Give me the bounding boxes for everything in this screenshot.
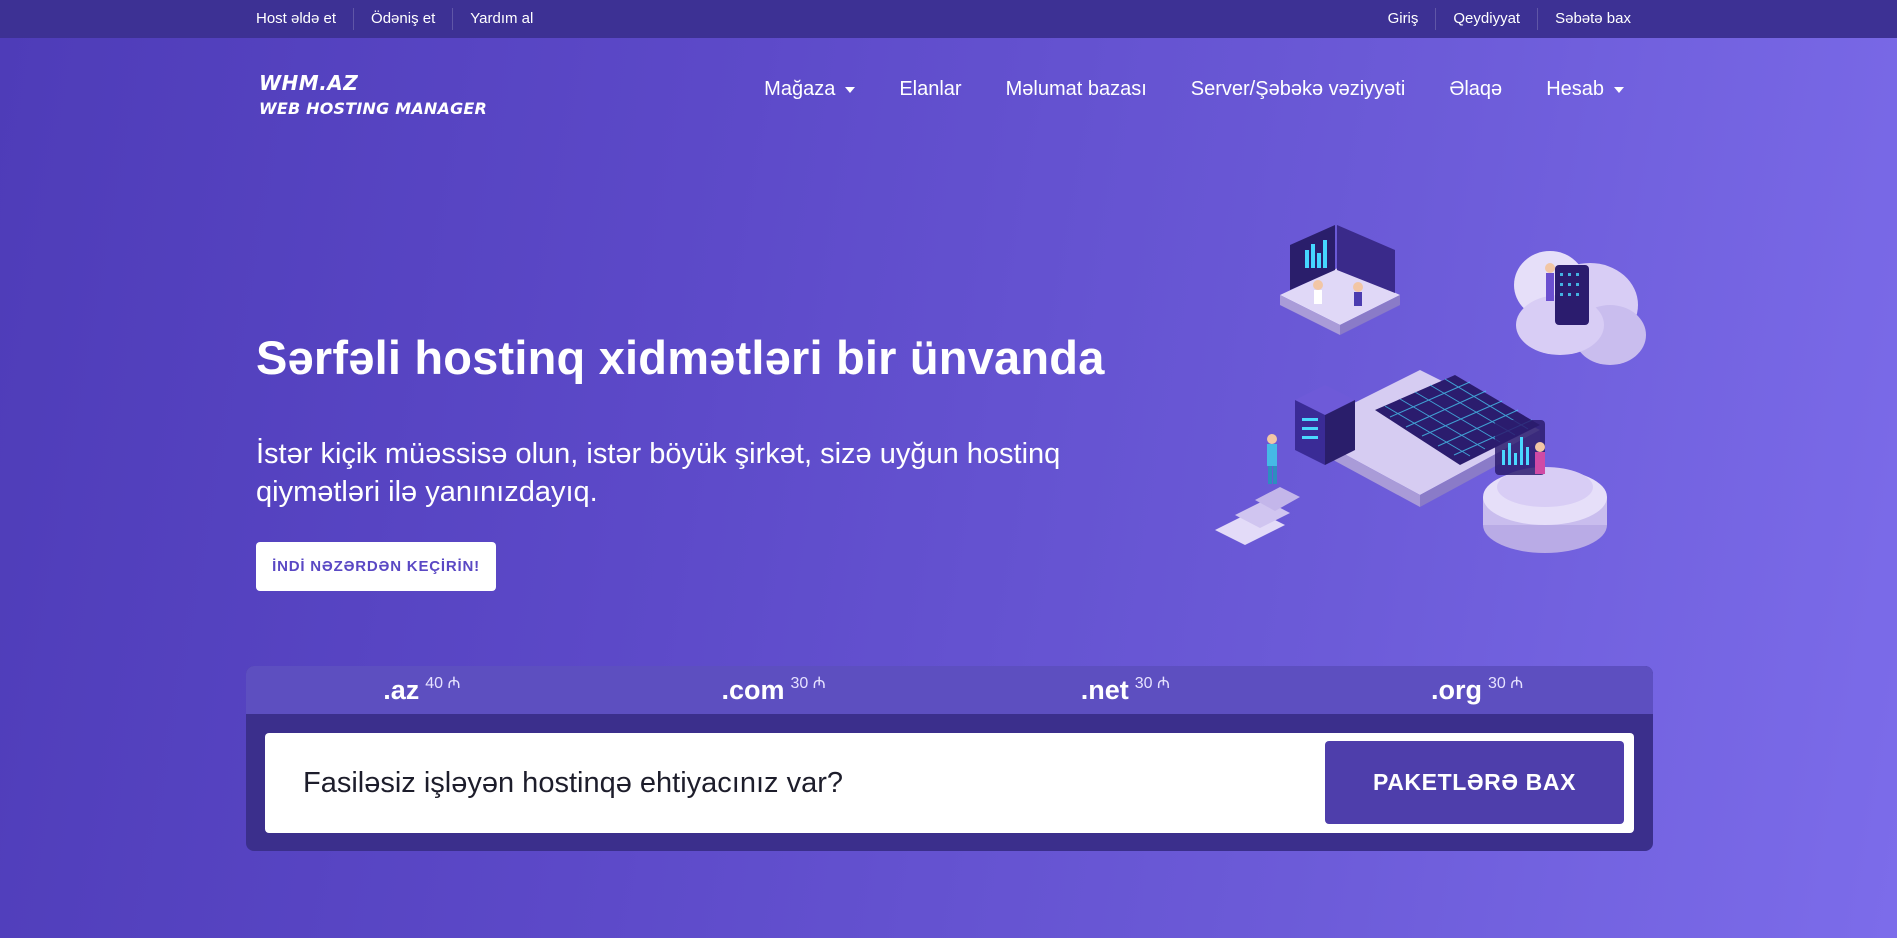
caret-down-icon xyxy=(1614,86,1624,93)
domain-extension: .org xyxy=(1431,674,1483,705)
domain-tab-az[interactable]: .az 40 ₼ xyxy=(246,666,598,714)
top-link-help[interactable]: Yardım al xyxy=(453,8,533,30)
nav-item-announcements[interactable]: Elanlar xyxy=(899,78,961,101)
nav-item-label: Mağaza xyxy=(764,78,836,100)
person-figure xyxy=(1267,434,1277,484)
nav-item-server-status[interactable]: Server/Şəbəkə vəziyyəti xyxy=(1191,78,1406,101)
view-now-button[interactable]: İNDİ NƏZƏRDƏN KEÇİRİN! xyxy=(256,542,496,591)
site-logo[interactable]: WHM.AZ WEB HOSTING MANAGER xyxy=(259,70,487,122)
nav-item-knowledgebase[interactable]: Məlumat bazası xyxy=(1006,78,1147,101)
hero-title: Sərfəli hostinq xidmətləri bir ünvanda xyxy=(256,331,1105,384)
domain-tab-com[interactable]: .com 30 ₼ xyxy=(598,666,950,714)
domain-price: 40 ₼ xyxy=(425,675,461,692)
domain-price: 30 ₼ xyxy=(1488,675,1524,692)
logo-line-1: WHM.AZ xyxy=(259,71,359,95)
top-link-view-cart[interactable]: Səbətə bax xyxy=(1538,8,1631,30)
cloud-shape xyxy=(1514,251,1646,365)
hosting-prompt-text: Fasiləsiz işləyən hostinqə ehtiyacınız v… xyxy=(303,766,843,799)
office-platform xyxy=(1280,225,1400,335)
nav-item-label: Elanlar xyxy=(899,78,962,100)
domain-extension: .net xyxy=(1080,674,1129,705)
main-nav: Mağaza Elanlar Məlumat bazası Server/Şəb… xyxy=(720,78,1624,101)
caret-down-icon xyxy=(845,86,856,93)
domain-search-box: .az 40 ₼ .com 30 ₼ .net 30 ₼ .org 30 ₼ F… xyxy=(246,666,1653,851)
view-packages-button[interactable]: PAKETLƏRƏ BAX xyxy=(1325,741,1624,824)
nav-item-account[interactable]: Hesab xyxy=(1546,78,1624,101)
domain-tab-net[interactable]: .net 30 ₼ xyxy=(950,666,1302,714)
nav-item-label: Hesab xyxy=(1546,78,1604,100)
top-bar: Host əldə et Ödəniş et Yardım al Giriş Q… xyxy=(0,0,1897,38)
top-bar-right-links: Giriş Qeydiyyat Səbətə bax xyxy=(1371,0,1631,38)
top-link-pay[interactable]: Ödəniş et xyxy=(354,8,454,30)
domain-price: 30 ₼ xyxy=(790,675,826,692)
nav-item-store[interactable]: Mağaza xyxy=(764,78,856,101)
logo-line-2: WEB HOSTING MANAGER xyxy=(259,99,488,118)
nav-item-label: Server/Şəbəkə vəziyyəti xyxy=(1190,78,1406,100)
domain-price-tabs: .az 40 ₼ .com 30 ₼ .net 30 ₼ .org 30 ₼ xyxy=(246,666,1653,714)
server-rack xyxy=(1295,385,1355,465)
domain-extension: .com xyxy=(721,674,785,705)
round-podium xyxy=(1483,420,1607,553)
top-link-login[interactable]: Giriş xyxy=(1371,8,1437,30)
stairs xyxy=(1215,487,1300,545)
domain-extension: .az xyxy=(383,674,420,705)
hosting-illustration xyxy=(1215,225,1646,553)
nav-item-contact[interactable]: Əlaqə xyxy=(1449,78,1502,101)
top-bar-left-links: Host əldə et Ödəniş et Yardım al xyxy=(256,0,533,38)
nav-item-label: Əlaqə xyxy=(1449,78,1503,100)
domain-tab-org[interactable]: .org 30 ₼ xyxy=(1301,666,1653,714)
top-link-get-host[interactable]: Host əldə et xyxy=(256,8,355,30)
top-link-register[interactable]: Qeydiyyat xyxy=(1436,8,1539,30)
hosting-prompt-panel: Fasiləsiz işləyən hostinqə ehtiyacınız v… xyxy=(265,733,1634,833)
hero-subtitle: İstər kiçik müəssisə olun, istər böyük ş… xyxy=(256,438,1061,508)
nav-item-label: Məlumat bazası xyxy=(1005,78,1147,100)
domain-price: 30 ₼ xyxy=(1134,675,1170,692)
